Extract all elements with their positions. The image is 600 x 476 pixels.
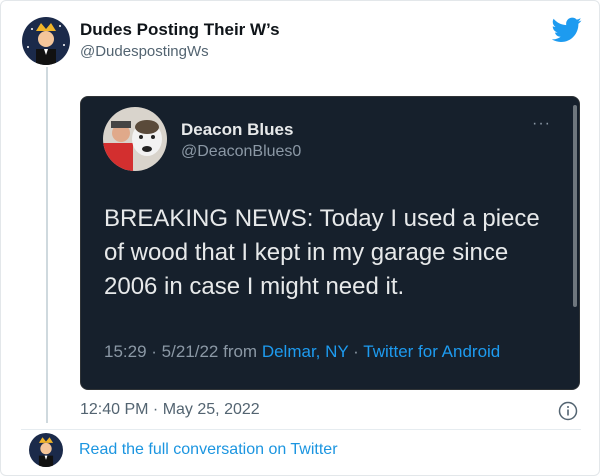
quoted-author-name[interactable]: Deacon Blues — [181, 120, 293, 140]
read-conversation-link[interactable]: Read the full conversation on Twitter — [79, 441, 338, 459]
quoted-avatar[interactable] — [103, 107, 167, 171]
quoted-tweet-text: BREAKING NEWS: Today I used a piece of w… — [104, 205, 540, 300]
source-link[interactable]: Twitter for Android — [363, 342, 500, 361]
quoted-tweet[interactable]: Deacon Blues @DeaconBlues0 ··· BREAKING … — [80, 96, 580, 390]
tweet-card: Dudes Posting Their W’s @DudespostingWs … — [0, 0, 600, 476]
thread-line — [46, 67, 48, 423]
meta-separator: · — [348, 342, 364, 361]
author-avatar-small[interactable] — [29, 433, 63, 467]
author-avatar[interactable] — [22, 17, 70, 65]
author-name[interactable]: Dudes Posting Their W’s — [80, 20, 280, 40]
info-icon[interactable] — [558, 401, 578, 421]
quoted-tweet-time: 15:29 · 5/21/22 from — [104, 342, 262, 361]
location-link[interactable]: Delmar, NY — [262, 342, 349, 361]
divider — [21, 429, 581, 430]
quoted-tweet-meta: 15:29 · 5/21/22 from Delmar, NY · Twitte… — [104, 340, 544, 363]
tweet-timestamp[interactable]: 12:40 PM · May 25, 2022 — [80, 401, 260, 419]
quoted-author-handle[interactable]: @DeaconBlues0 — [181, 143, 301, 161]
author-handle[interactable]: @DudespostingWs — [80, 43, 209, 60]
scrollbar[interactable] — [573, 105, 577, 307]
twitter-bird-icon[interactable] — [552, 17, 582, 43]
more-options-icon[interactable]: ··· — [532, 115, 551, 133]
